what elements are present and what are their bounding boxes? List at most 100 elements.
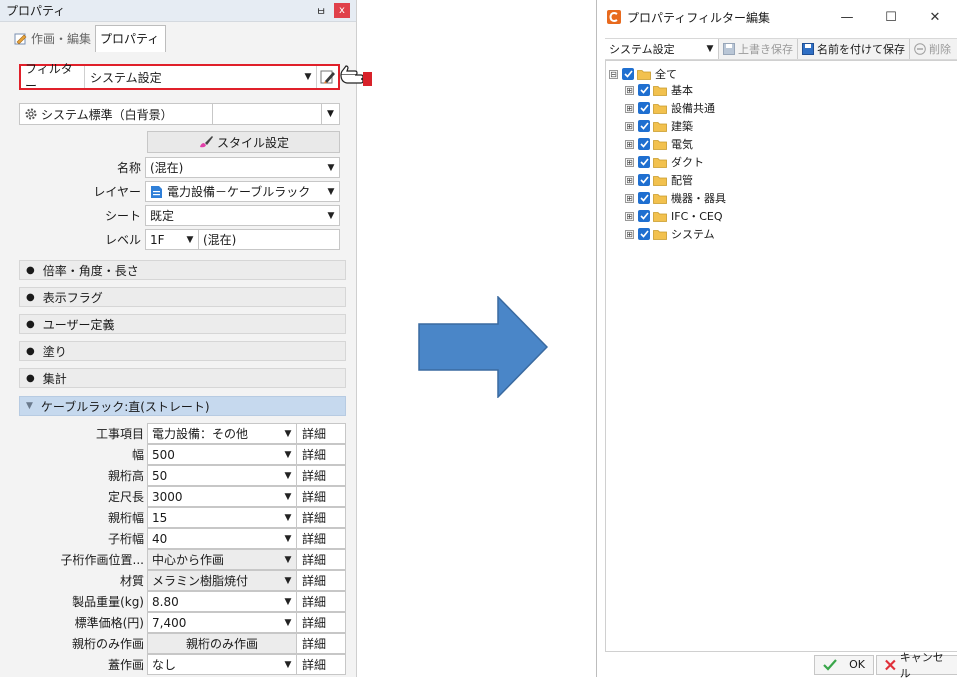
delete-label: 削除 <box>929 43 951 56</box>
field-sheet-label: シート <box>104 209 141 223</box>
property-value-select[interactable]: 3000 ▼ <box>147 486 297 507</box>
checkbox-checked[interactable] <box>638 210 650 222</box>
app-logo-icon <box>607 10 621 24</box>
property-value-select[interactable]: 中心から作画 ▼ <box>147 549 297 570</box>
tree-item-label: 全て <box>655 68 677 81</box>
property-row: 幅 500 ▼ 詳細 <box>19 444 346 465</box>
tree-item-root[interactable]: ⊟ 全て <box>609 66 677 82</box>
property-value-select[interactable]: 7,400 ▼ <box>147 612 297 633</box>
checkbox-checked[interactable] <box>638 120 650 132</box>
field-level-extra[interactable]: (混在) <box>199 229 340 250</box>
checkbox-checked[interactable] <box>638 138 650 150</box>
section-scale-angle-length[interactable]: ● 倍率・角度・長さ <box>19 260 346 280</box>
section-user-defined[interactable]: ● ユーザー定義 <box>19 314 346 334</box>
expand-toggle-icon[interactable]: ⊞ <box>625 211 634 221</box>
tree-item[interactable]: ⊞ 設備共通 <box>625 100 715 116</box>
maximize-icon[interactable]: ☐ <box>869 10 913 25</box>
gear-icon <box>25 108 37 120</box>
save-as-button[interactable]: 名前を付けて保存 <box>798 39 910 59</box>
detail-button[interactable]: 詳細 <box>297 465 346 486</box>
section-fill[interactable]: ● 塗り <box>19 341 346 361</box>
checkbox-checked[interactable] <box>638 174 650 186</box>
checkbox-checked[interactable] <box>638 84 650 96</box>
filter-select[interactable]: システム設定 ▼ <box>85 66 316 88</box>
section-aggregate[interactable]: ● 集計 <box>19 368 346 388</box>
property-value-select[interactable]: 15 ▼ <box>147 507 297 528</box>
overwrite-save-button[interactable]: 上書き保存 <box>719 39 798 59</box>
checkbox-checked[interactable] <box>622 68 634 80</box>
detail-button[interactable]: 詳細 <box>297 654 346 675</box>
tree-item[interactable]: ⊞ 配管 <box>625 172 693 188</box>
expand-toggle-icon[interactable]: ⊞ <box>625 139 634 149</box>
checkbox-checked[interactable] <box>638 156 650 168</box>
detail-button[interactable]: 詳細 <box>297 612 346 633</box>
expand-toggle-icon[interactable]: ⊞ <box>625 121 634 131</box>
delete-button[interactable]: 削除 <box>910 39 955 59</box>
expand-toggle-icon[interactable]: ⊞ <box>625 229 634 239</box>
cancel-button[interactable]: キャンセル <box>876 651 957 680</box>
detail-button[interactable]: 詳細 <box>297 549 346 570</box>
style-profile-select[interactable]: システム標準（白背景） ▼ <box>19 103 340 125</box>
pencil-edit-icon <box>320 70 335 84</box>
field-layer-label: レイヤー <box>93 185 141 199</box>
expand-toggle-icon[interactable]: ⊞ <box>625 103 634 113</box>
tab-draw-edit[interactable]: 作画・編集 <box>10 26 95 52</box>
property-value-select[interactable]: 50 ▼ <box>147 465 297 486</box>
detail-button[interactable]: 詳細 <box>297 633 346 654</box>
tree-item[interactable]: ⊞ 機器・器具 <box>625 190 726 206</box>
detail-button[interactable]: 詳細 <box>297 528 346 549</box>
expand-toggle-icon[interactable]: ⊞ <box>625 175 634 185</box>
preset-select[interactable]: システム設定 ▼ <box>605 39 719 59</box>
checkbox-checked[interactable] <box>638 228 650 240</box>
property-value-select[interactable]: メラミン樹脂焼付 ▼ <box>147 570 297 591</box>
tab-properties[interactable]: プロパティ <box>95 25 167 52</box>
property-action-button[interactable]: 親桁のみ作画 <box>147 633 297 654</box>
tree-item[interactable]: ⊞ 基本 <box>625 82 693 98</box>
tree-item[interactable]: ⊞ IFC・CEQ <box>625 208 723 224</box>
pin-icon[interactable]: ㅂ <box>314 3 328 19</box>
property-value-select[interactable]: 40 ▼ <box>147 528 297 549</box>
section-cable-rack[interactable]: ▼ ケーブルラック:直(ストレート) <box>19 396 346 416</box>
field-name-select[interactable]: (混在) ▼ <box>145 157 340 178</box>
style-settings-button[interactable]: スタイル設定 <box>147 131 340 153</box>
tree-item[interactable]: ⊞ ダクト <box>625 154 704 170</box>
tree-item[interactable]: ⊞ 電気 <box>625 136 693 152</box>
detail-button[interactable]: 詳細 <box>297 570 346 591</box>
expand-toggle-icon[interactable]: ⊞ <box>625 157 634 167</box>
checkbox-checked[interactable] <box>638 102 650 114</box>
property-value-select[interactable]: 電力設備：その他 ▼ <box>147 423 297 444</box>
ok-button[interactable]: OK <box>814 654 874 675</box>
property-row: 製品重量(kg) 8.80 ▼ 詳細 <box>19 591 346 612</box>
tree-item-label: 電気 <box>671 138 693 151</box>
detail-button[interactable]: 詳細 <box>297 444 346 465</box>
detail-button[interactable]: 詳細 <box>297 486 346 507</box>
field-layer-select[interactable]: 電力設備－ケーブルラック ▼ <box>145 181 340 202</box>
expand-toggle-icon[interactable]: ⊞ <box>625 85 634 95</box>
field-level-select[interactable]: 1F ▼ <box>145 229 199 250</box>
folder-icon <box>637 69 651 80</box>
tree-item[interactable]: ⊞ 建築 <box>625 118 693 134</box>
property-value-select[interactable]: 500 ▼ <box>147 444 297 465</box>
expand-toggle-icon[interactable]: ⊞ <box>625 193 634 203</box>
tree-item[interactable]: ⊞ システム <box>625 226 715 242</box>
overwrite-save-label: 上書き保存 <box>738 43 793 56</box>
section-label: ケーブルラック:直(ストレート) <box>40 399 210 414</box>
field-level-value: 1F <box>150 232 165 247</box>
property-value-select[interactable]: 8.80 ▼ <box>147 591 297 612</box>
chevron-down-icon: ▼ <box>284 554 292 565</box>
detail-button[interactable]: 詳細 <box>297 423 346 444</box>
tab-draw-edit-label: 作画・編集 <box>31 32 92 46</box>
close-icon[interactable]: ✕ <box>913 10 957 25</box>
detail-button[interactable]: 詳細 <box>297 507 346 528</box>
checkbox-checked[interactable] <box>638 192 650 204</box>
chevron-down-icon: ▼ <box>284 449 292 460</box>
field-sheet-select[interactable]: 既定 ▼ <box>145 205 340 226</box>
section-display-flags[interactable]: ● 表示フラグ <box>19 287 346 307</box>
filter-edit-button[interactable] <box>316 66 338 88</box>
close-icon[interactable]: x <box>334 3 350 18</box>
minimize-icon[interactable]: — <box>825 10 869 25</box>
checkmark-icon <box>639 86 649 94</box>
detail-button[interactable]: 詳細 <box>297 591 346 612</box>
property-value-select[interactable]: なし ▼ <box>147 654 297 675</box>
expand-toggle-icon[interactable]: ⊟ <box>609 69 618 79</box>
